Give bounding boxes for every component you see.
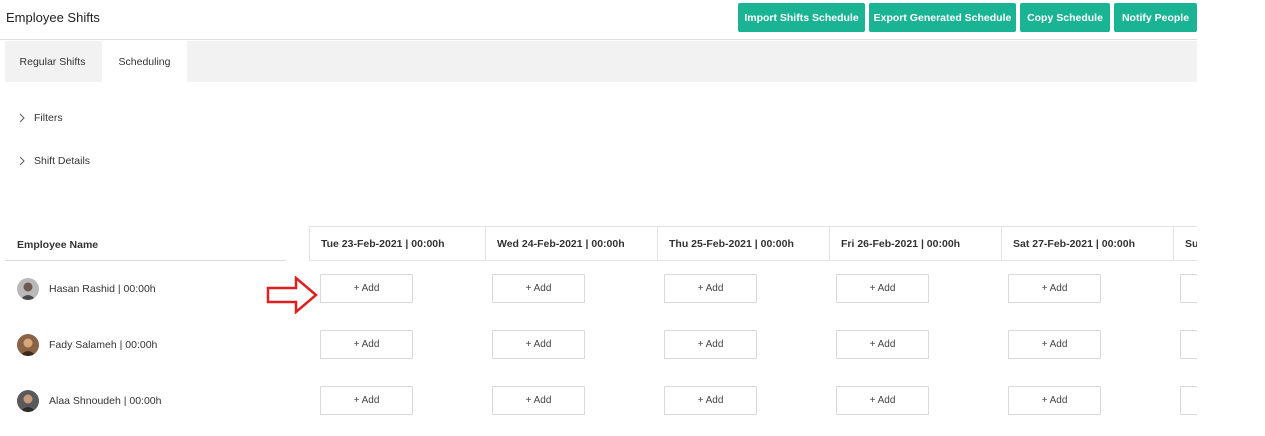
shift-details-label: Shift Details — [34, 155, 91, 167]
add-shift-button[interactable]: + Add — [836, 274, 929, 303]
add-shift-button[interactable]: + Add — [1008, 330, 1101, 359]
copy-schedule-button[interactable]: Copy Schedule — [1020, 3, 1110, 32]
tab-bar: Regular Shifts Scheduling — [5, 41, 1197, 82]
add-shift-button[interactable] — [1180, 330, 1197, 359]
page-title: Employee Shifts — [6, 10, 100, 25]
employee-column-divider — [5, 260, 286, 261]
add-shift-button[interactable]: + Add — [320, 330, 413, 359]
header-divider — [0, 39, 1197, 40]
add-shift-button[interactable]: + Add — [664, 274, 757, 303]
add-shift-button[interactable]: + Add — [320, 274, 413, 303]
day-column-header: Fri 26-Feb-2021 | 00:00h — [829, 226, 1002, 261]
add-shift-button[interactable]: + Add — [836, 330, 929, 359]
add-shift-button[interactable] — [1180, 274, 1197, 303]
add-shift-button[interactable]: + Add — [664, 330, 757, 359]
day-column-header: Sat 27-Feb-2021 | 00:00h — [1001, 226, 1174, 261]
employee-name-column-header: Employee Name — [17, 239, 99, 251]
export-generated-schedule-button[interactable]: Export Generated Schedule — [869, 3, 1016, 32]
employee-row[interactable]: Alaa Shnoudeh | 00:00h — [17, 389, 162, 413]
chevron-right-icon — [19, 156, 25, 166]
add-shift-button[interactable]: + Add — [664, 386, 757, 415]
day-column-header: Tue 23-Feb-2021 | 00:00h — [309, 226, 486, 261]
notify-people-button[interactable]: Notify People — [1114, 3, 1197, 32]
add-shift-button[interactable]: + Add — [1008, 386, 1101, 415]
chevron-right-icon — [19, 113, 25, 123]
employee-name: Hasan Rashid | 00:00h — [49, 283, 156, 295]
avatar — [17, 334, 39, 356]
add-shift-button[interactable]: + Add — [492, 274, 585, 303]
annotation-arrow-icon — [266, 276, 318, 314]
day-column-header: Sun — [1173, 226, 1197, 261]
add-shift-button[interactable]: + Add — [836, 386, 929, 415]
employee-row[interactable]: Hasan Rashid | 00:00h — [17, 277, 156, 301]
employee-name: Alaa Shnoudeh | 00:00h — [49, 395, 162, 407]
add-shift-button[interactable]: + Add — [320, 386, 413, 415]
schedule-grid: Tue 23-Feb-2021 | 00:00h Wed 24-Feb-2021… — [309, 226, 1197, 426]
avatar — [17, 390, 39, 412]
day-column-header: Wed 24-Feb-2021 | 00:00h — [485, 226, 658, 261]
employee-row[interactable]: Fady Salameh | 00:00h — [17, 333, 157, 357]
tab-scheduling[interactable]: Scheduling — [102, 41, 187, 82]
day-column-header: Thu 25-Feb-2021 | 00:00h — [657, 226, 830, 261]
filters-label: Filters — [34, 112, 63, 124]
add-shift-button[interactable]: + Add — [492, 386, 585, 415]
import-shifts-schedule-button[interactable]: Import Shifts Schedule — [738, 3, 865, 32]
filters-toggle[interactable]: Filters — [18, 110, 63, 126]
add-shift-button[interactable] — [1180, 386, 1197, 415]
shift-details-toggle[interactable]: Shift Details — [18, 153, 90, 169]
add-shift-button[interactable]: + Add — [492, 330, 585, 359]
employee-name: Fady Salameh | 00:00h — [49, 339, 158, 351]
add-shift-button[interactable]: + Add — [1008, 274, 1101, 303]
avatar — [17, 278, 39, 300]
tab-regular-shifts[interactable]: Regular Shifts — [5, 41, 100, 82]
